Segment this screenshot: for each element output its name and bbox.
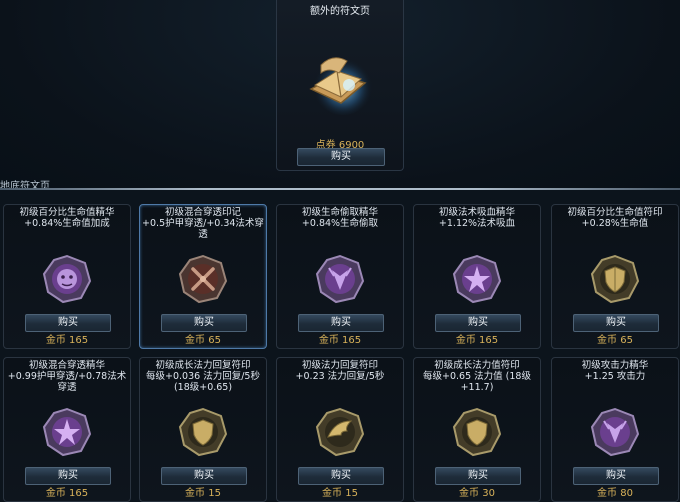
purple-flower-rune-icon (452, 254, 502, 304)
buy-button[interactable]: 购买 (298, 314, 384, 332)
rune-stats: +0.28%生命值 (581, 218, 649, 229)
rune-stats: +0.84%生命偷取 (301, 218, 379, 229)
featured-buy-button[interactable]: 购买 (297, 148, 385, 166)
rune-price: 金币 65 (185, 335, 221, 346)
rune-stats: 每级+0.036 法力回复/5秒(18级+0.65) (146, 371, 260, 393)
rune-price: 金币 165 (455, 335, 499, 346)
rune-price: 金币 15 (185, 488, 221, 499)
rune-stats: +1.25 攻击力 (584, 371, 646, 382)
rune-name: 初级法力回复符印 (301, 360, 378, 371)
rune-name: 初级法术吸血精华 (438, 207, 515, 218)
rune-price: 金币 165 (45, 335, 89, 346)
rune-stats: +0.99护甲穿透/+0.78法术穿透 (7, 371, 127, 393)
rune-stats: 每级+0.65 法力值 (18级+11.7) (423, 371, 531, 393)
buy-button[interactable]: 购买 (161, 314, 247, 332)
rune-card[interactable]: 初级生命偷取精华 +0.84%生命偷取 购买 金币 165 (276, 204, 404, 349)
gold-shield-rune-icon (452, 407, 502, 457)
rune-name: 初级混合穿透印记 (164, 207, 241, 218)
rune-name: 初级攻击力精华 (581, 360, 649, 371)
rune-card[interactable]: 初级成长法力值符印 每级+0.65 法力值 (18级+11.7) 购买 金币 3… (413, 357, 541, 502)
buy-button[interactable]: 购买 (573, 314, 659, 332)
purple-dragon-rune-icon (590, 407, 640, 457)
buy-button[interactable]: 购买 (25, 467, 111, 485)
rune-stats: +1.12%法术吸血 (438, 218, 516, 229)
rune-card[interactable]: 初级法术吸血精华 +1.12%法术吸血 购买 金币 165 (413, 204, 541, 349)
rune-name: 初级生命偷取精华 (301, 207, 378, 218)
rune-price: 金币 165 (318, 335, 362, 346)
rune-stats: +0.23 法力回复/5秒 (295, 371, 385, 382)
rune-card[interactable]: 初级法力回复符印 +0.23 法力回复/5秒 购买 金币 15 (276, 357, 404, 502)
red-crossed-swords-rune-icon (178, 254, 228, 304)
rune-card[interactable]: 初级百分比生命值符印 +0.28%生命值 购买 金币 65 (551, 204, 679, 349)
rune-card[interactable]: 初级混合穿透精华 +0.99护甲穿透/+0.78法术穿透 购买 金币 165 (3, 357, 131, 502)
buy-button[interactable]: 购买 (25, 314, 111, 332)
buy-button[interactable]: 购买 (435, 467, 521, 485)
rune-stats: +0.84%生命值加成 (24, 218, 110, 229)
rune-price: 金币 15 (322, 488, 358, 499)
gold-shield-rune-icon (590, 254, 640, 304)
rune-card[interactable]: 初级百分比生命值精华 +0.84%生命值加成 购买 金币 165 (3, 204, 131, 349)
rune-price: 金币 165 (45, 488, 89, 499)
buy-button[interactable]: 购买 (161, 467, 247, 485)
rune-card[interactable]: 初级成长法力回复符印 每级+0.036 法力回复/5秒(18级+0.65) 购买… (139, 357, 267, 502)
rune-name: 初级百分比生命值精华 (19, 207, 115, 218)
rune-name: 初级成长法力回复符印 (155, 360, 251, 371)
spellbook-icon (309, 55, 373, 115)
rune-card[interactable]: 初级攻击力精华 +1.25 攻击力 购买 金币 80 (551, 357, 679, 502)
featured-rune-page-card[interactable]: 额外的符文页 点券 6900 购买 (276, 0, 404, 171)
rune-price: 金币 65 (597, 335, 633, 346)
buy-button[interactable]: 购买 (435, 314, 521, 332)
rune-card-selected[interactable]: 初级混合穿透印记 +0.5护甲穿透/+0.34法术穿透 购买 金币 65 (139, 204, 267, 349)
rune-price: 金币 30 (459, 488, 495, 499)
buy-button[interactable]: 购买 (298, 467, 384, 485)
rune-name: 初级混合穿透精华 (28, 360, 105, 371)
rune-price: 金币 80 (597, 488, 633, 499)
rune-name: 初级成长法力值符印 (434, 360, 520, 371)
gold-shield-rune-icon (178, 407, 228, 457)
rune-stats: +0.5护甲穿透/+0.34法术穿透 (142, 218, 264, 240)
buy-button[interactable]: 购买 (573, 467, 659, 485)
section-divider (0, 188, 680, 190)
purple-lion-rune-icon (42, 254, 92, 304)
gold-wing-rune-icon (315, 407, 365, 457)
purple-flower-rune-icon (42, 407, 92, 457)
purple-dragon-rune-icon (315, 254, 365, 304)
featured-title: 额外的符文页 (310, 6, 370, 17)
rune-name: 初级百分比生命值符印 (567, 207, 663, 218)
